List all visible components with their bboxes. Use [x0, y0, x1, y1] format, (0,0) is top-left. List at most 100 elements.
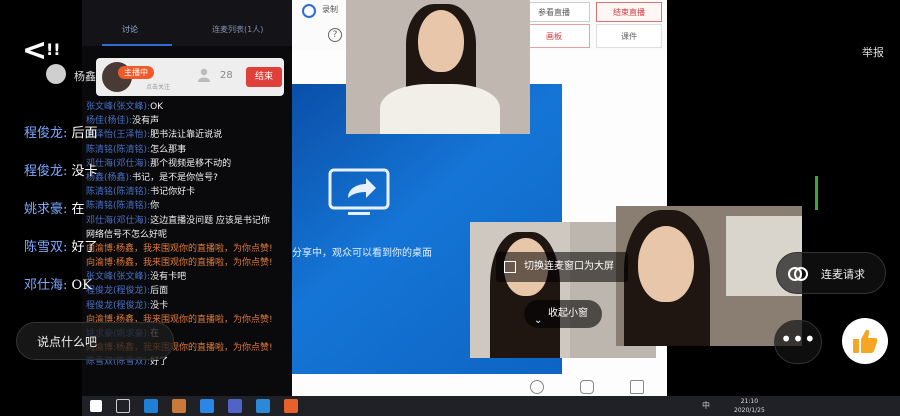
chat-message: 邓仕海(邓仕海):那个视频是移不动的	[86, 157, 290, 171]
live-badge: 主播中	[118, 66, 154, 79]
app-icon[interactable]	[228, 399, 242, 413]
collapse-pip-button[interactable]: ⌄ 收起小窗	[524, 300, 602, 328]
back-arrow-icon[interactable]: <	[22, 36, 47, 66]
end-live-button[interactable]: 结束	[246, 67, 282, 87]
overlay-chat-text: 在	[71, 202, 85, 217]
pause-icon[interactable]: !!	[46, 40, 61, 59]
task-view-icon[interactable]	[116, 399, 130, 413]
app-icon[interactable]	[200, 399, 214, 413]
chat-message-author[interactable]: 张文峰(张文峰):	[86, 102, 150, 112]
chat-message-text: 怎么那事	[150, 144, 187, 155]
overlay-chat-line: 陈雪双: 好了	[24, 236, 98, 255]
chat-message-author[interactable]: 陈清铭(陈清铭):	[86, 145, 150, 155]
chevron-down-icon: ⌄	[534, 315, 543, 326]
viewer-count: 28	[220, 70, 233, 81]
video-person-face	[418, 10, 464, 72]
host-subtitle[interactable]: 点击关注	[146, 82, 170, 91]
chat-message: 张文峰(张文峰):OK	[86, 100, 290, 114]
chat-message: 王泽怡(王泽怡):肥书法让靠近说说	[86, 128, 290, 142]
chat-message-text: 后面	[150, 286, 169, 297]
chat-message-text: 你	[150, 201, 160, 212]
app-icon[interactable]	[284, 399, 298, 413]
video-person-body	[380, 84, 500, 134]
end-live-toolbar-button[interactable]: 结束直播	[596, 2, 662, 22]
chat-message: 程俊龙(程俊龙):没卡	[86, 299, 290, 313]
input-method-indicator[interactable]: 中	[702, 400, 710, 411]
tab-discussion[interactable]: 讨论	[122, 24, 138, 35]
chat-message: 陈清铭(陈清铭):你	[86, 199, 290, 213]
mic-video-2[interactable]	[616, 206, 802, 346]
chat-message-text: 网络信号不怎么好呢	[86, 229, 168, 240]
overlay-chat-author[interactable]: 姚求豪:	[24, 202, 67, 217]
thumbs-up-icon	[853, 329, 878, 353]
collapse-label: 收起小窗	[548, 308, 588, 319]
chat-message-text: 没有卡吧	[150, 272, 187, 283]
mic-icon[interactable]	[580, 380, 594, 394]
overlay-chat-line: 姚求豪: 在	[24, 198, 85, 217]
mic-request-button[interactable]: 连麦请求	[776, 252, 886, 294]
chat-message: 张文峰(张文峰):没有卡吧	[86, 270, 290, 284]
chat-message: 向渝博:杨鑫，我来围观你的直播啦，为你点赞!	[86, 242, 290, 256]
overlay-user-name: 杨鑫	[74, 70, 96, 83]
taskbar-clock[interactable]: 21:10 2020/1/25	[734, 397, 765, 415]
clock-time: 21:10	[740, 398, 759, 405]
chat-message: 程俊龙(程俊龙):后面	[86, 284, 290, 298]
bottom-toolbar	[292, 376, 667, 396]
share-message: 分享中，观众可以看到你的桌面	[292, 248, 432, 259]
say-something-input[interactable]: 说点什么吧	[16, 322, 174, 360]
help-icon[interactable]: ?	[328, 28, 342, 42]
video-person-face	[638, 226, 694, 302]
chat-message-author[interactable]: 向渝博:	[86, 258, 116, 268]
like-button[interactable]	[842, 318, 888, 364]
chat-message-author[interactable]: 程俊龙(程俊龙):	[86, 301, 150, 311]
overlay-chat-line: 程俊龙: 后面	[24, 122, 98, 141]
chat-message-text: 这边直播没问题 应该是书记你	[150, 215, 270, 226]
switch-to-fullscreen[interactable]: 切换连麦窗口为大屏	[496, 252, 628, 282]
level-bar	[815, 176, 818, 210]
link-icon	[788, 267, 808, 281]
edge-icon[interactable]	[144, 399, 158, 413]
avatar[interactable]	[46, 64, 66, 84]
files-button[interactable]: 课件	[596, 24, 662, 48]
emoji-icon[interactable]	[530, 380, 544, 394]
app-icon[interactable]	[172, 399, 186, 413]
chat-message-author[interactable]: 陈清铭(陈清铭):	[86, 187, 150, 197]
report-link[interactable]: 举报	[862, 44, 884, 60]
overlay-chat-text: 后面	[71, 126, 98, 141]
chat-message-text: 书记，是不是你信号?	[132, 172, 218, 183]
overlay-chat-line: 程俊龙: 没卡	[24, 160, 98, 179]
chat-message-text: 书记你好卡	[150, 187, 196, 198]
host-card: 主播中 点击关注 28 结束	[96, 58, 284, 96]
chat-message: 陈清铭(陈清铭):书记你好卡	[86, 185, 290, 199]
chat-message: 邓仕海(邓仕海):这边直播没问题 应该是书记你	[86, 214, 290, 228]
chat-icon[interactable]	[630, 380, 644, 394]
more-button[interactable]: •••	[774, 320, 822, 364]
windows-taskbar: 中 21:10 2020/1/25	[82, 396, 900, 416]
chat-message-author[interactable]: 邓仕海(邓仕海):	[86, 216, 150, 226]
chat-message-text: 那个视频是移不动的	[150, 158, 232, 169]
chat-message-text: 没有声	[132, 116, 160, 127]
tab-mic-list[interactable]: 连麦列表(1人)	[212, 24, 263, 35]
overlay-chat-author[interactable]: 邓仕海:	[24, 278, 67, 293]
windows-start-icon[interactable]	[90, 400, 102, 412]
person-icon	[198, 68, 210, 82]
overlay-chat-author[interactable]: 陈雪双:	[24, 240, 67, 255]
chat-message-author[interactable]: 张文峰(张文峰):	[86, 272, 150, 282]
overlay-chat-author[interactable]: 程俊龙:	[24, 164, 67, 179]
switch-label: 切换连麦窗口为大屏	[524, 261, 614, 272]
chat-message-author[interactable]: 程俊龙(程俊龙):	[86, 286, 150, 296]
window-icon	[504, 261, 516, 273]
chat-message: 网络信号不怎么好呢	[86, 228, 290, 242]
chat-message: 向渝博:杨鑫，我来围观你的直播啦，为你点赞!	[86, 256, 290, 270]
chat-message-text: 杨鑫，我来围观你的直播啦，为你点赞!	[116, 258, 273, 269]
host-video[interactable]	[346, 0, 530, 134]
app-icon[interactable]	[256, 399, 270, 413]
chat-message-author[interactable]: 陈清铭(陈清铭):	[86, 201, 150, 211]
overlay-chat-author[interactable]: 程俊龙:	[24, 126, 67, 141]
chat-message-text: 没卡	[150, 300, 169, 311]
chat-message-text: 肥书法让靠近说说	[150, 130, 223, 141]
chat-message: 杨佳(杨佳):没有声	[86, 114, 290, 128]
record-label[interactable]: 录制	[322, 4, 338, 15]
record-icon[interactable]	[302, 4, 316, 18]
chat-message-text: OK	[150, 102, 164, 112]
